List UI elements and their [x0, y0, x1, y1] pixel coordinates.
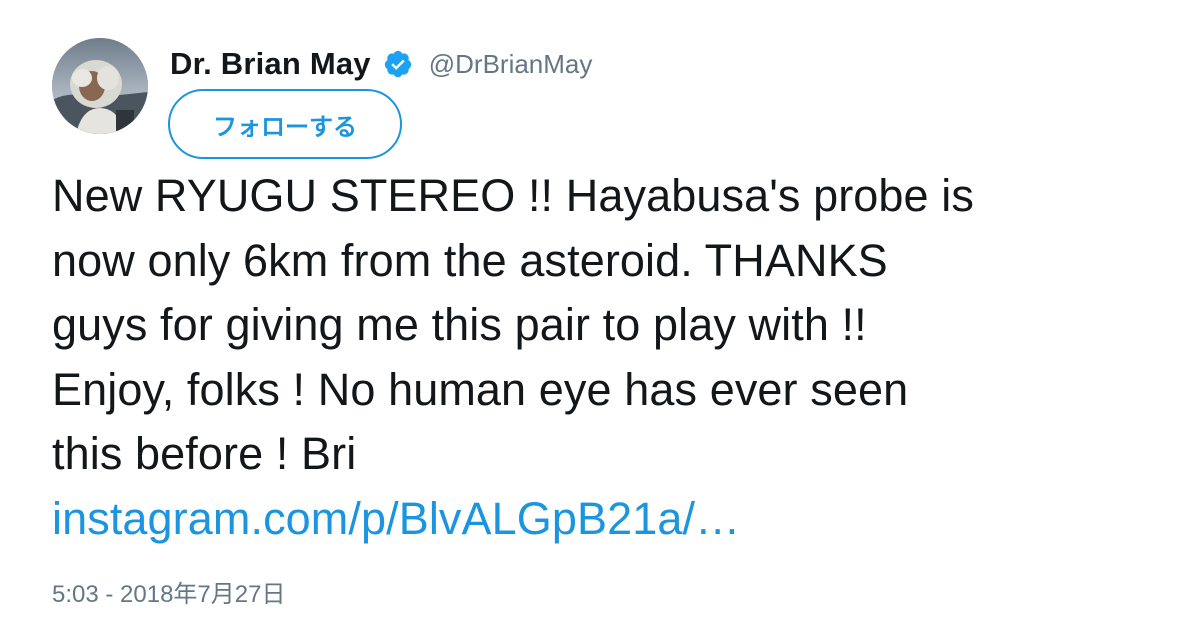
follow-button[interactable]: フォローする	[168, 89, 402, 159]
tweet-card: Dr. Brian May @DrBrianMay フォローする New RYU…	[0, 0, 1192, 624]
tweet-text-line: Enjoy, folks ! No human eye has ever see…	[52, 363, 909, 415]
tweet-text-line: New RYUGU STEREO !! Hayabusa's probe is	[52, 170, 974, 221]
tweet-text: New RYUGU STEREO !! Hayabusa's probe is …	[52, 164, 1172, 551]
handle[interactable]: @DrBrianMay	[429, 49, 593, 80]
tweet-text-line: guys for giving me this pair to play wit…	[52, 299, 867, 350]
verified-badge-icon	[383, 49, 413, 79]
display-name[interactable]: Dr. Brian May	[170, 46, 371, 82]
avatar[interactable]	[52, 38, 148, 134]
tweet-text-line: now only 6km from the asteroid. THANKS	[52, 234, 888, 286]
avatar-photo	[52, 38, 148, 134]
tweet-text-line: this before ! Bri	[52, 428, 357, 479]
timestamp[interactable]: 5:03 - 2018年7月27日	[52, 574, 285, 609]
author-row: Dr. Brian May @DrBrianMay	[170, 44, 592, 84]
instagram-link[interactable]: instagram.com/p/BlvALGpB21a/…	[52, 493, 740, 544]
